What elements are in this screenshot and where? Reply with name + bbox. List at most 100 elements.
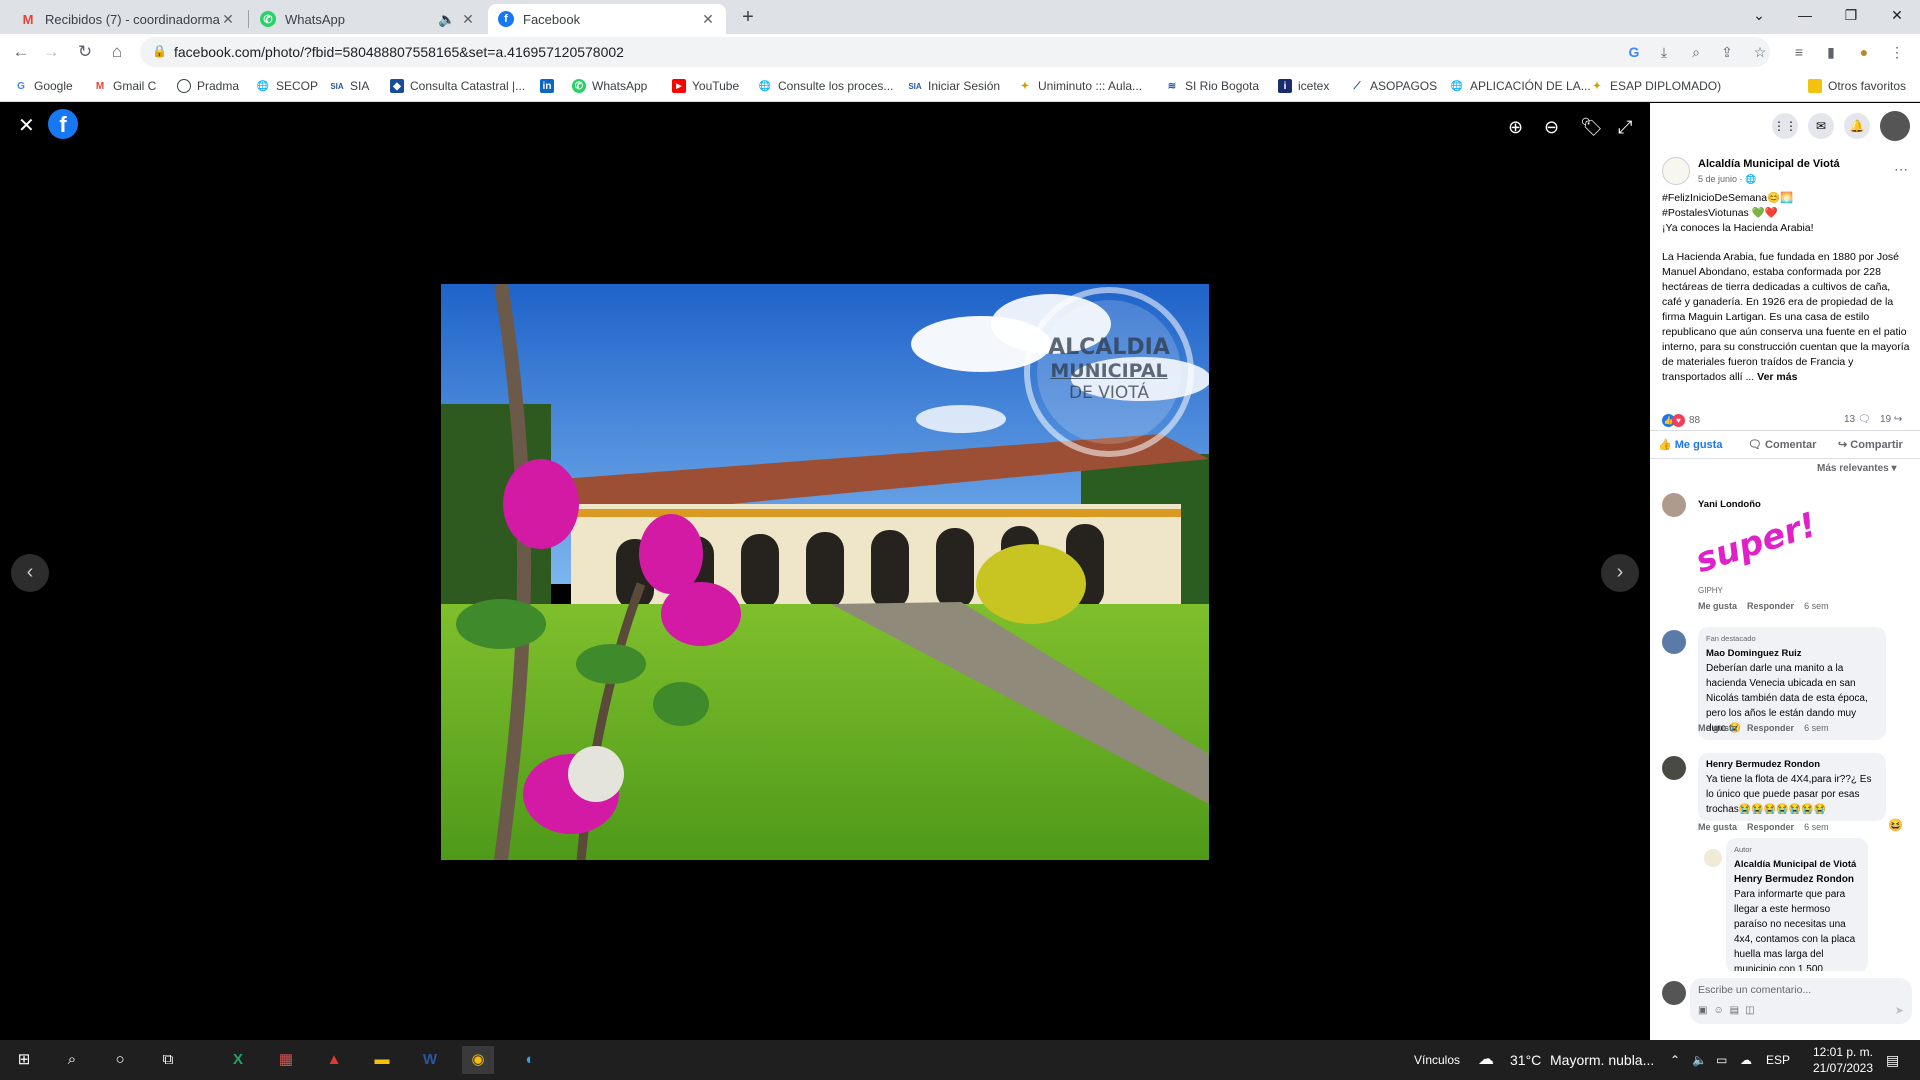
sort-comments-dropdown[interactable]: Más relevantes ▾ [1817, 463, 1897, 474]
reload-button[interactable]: ↻ [74, 41, 96, 63]
post-date[interactable]: 5 de junio · [1698, 174, 1745, 184]
comment-reply-link[interactable]: Responder [1747, 822, 1794, 832]
menu-icon[interactable]: ⋮ [1888, 43, 1906, 61]
see-more-link[interactable]: Ver más [1757, 371, 1797, 383]
sticker-icon[interactable]: ▣ [1698, 1005, 1713, 1016]
close-tab-icon[interactable]: ✕ [220, 11, 236, 28]
commenter-name[interactable]: Alcaldía Municipal de Viotá [1734, 857, 1860, 872]
bookmark-procesos[interactable]: 🌐 Consulte los proces... [758, 77, 894, 95]
haha-reaction-icon[interactable]: 😆 [1888, 818, 1903, 832]
bookmark-icetex[interactable]: i icetex [1278, 77, 1329, 95]
google-translate-icon[interactable]: G [1625, 43, 1643, 61]
comment-like-link[interactable]: Me gusta [1698, 601, 1737, 611]
tag-icon[interactable]: 🏷 [1580, 117, 1603, 138]
cloud-icon[interactable]: ☁ [1740, 1040, 1752, 1080]
messenger-icon[interactable]: ✉ [1808, 113, 1834, 139]
edge-icon[interactable]: ◐ [514, 1046, 546, 1074]
tab-facebook[interactable]: f Facebook ✕ [488, 4, 726, 34]
page-avatar[interactable] [1662, 157, 1690, 185]
comment-like-link[interactable]: Me gusta [1698, 723, 1737, 733]
word-icon[interactable]: W [414, 1046, 446, 1074]
bookmark-youtube[interactable]: ▶ YouTube [672, 77, 739, 95]
close-window-button[interactable]: ✕ [1874, 0, 1920, 30]
bookmark-iniciar-sesion[interactable]: SIA Iniciar Sesión [908, 77, 1000, 95]
network-icon[interactable]: ▭ [1716, 1040, 1727, 1080]
comment-time[interactable]: 6 sem [1804, 601, 1829, 611]
other-bookmarks[interactable]: Otros favoritos [1808, 77, 1906, 95]
temperature[interactable]: 31°C [1510, 1040, 1541, 1080]
chrome-icon[interactable]: ◉ [462, 1046, 494, 1074]
comment-reply-link[interactable]: Responder [1747, 723, 1794, 733]
address-bar[interactable]: 🔒 facebook.com/photo/?fbid=5804888075581… [140, 37, 1770, 67]
close-icon[interactable]: ✕ [18, 113, 35, 138]
zoom-icon[interactable]: ⌕ [1687, 43, 1705, 61]
excel-icon[interactable]: X [222, 1046, 254, 1074]
like-button[interactable]: 👍 Me gusta [1658, 438, 1722, 451]
avatar[interactable] [1662, 493, 1686, 517]
bookmark-catastral[interactable]: ◆ Consulta Catastral |... [390, 77, 525, 95]
notification-center-icon[interactable]: ▤ [1886, 1040, 1899, 1080]
comment-time[interactable]: 6 sem [1804, 822, 1829, 832]
send-icon[interactable]: ➤ [1895, 1004, 1904, 1017]
links-toolbar[interactable]: Vínculos [1414, 1040, 1460, 1080]
commenter-name[interactable]: Mao Dominguez Ruiz [1706, 646, 1878, 661]
home-icon[interactable]: ⌂ [106, 41, 128, 63]
mention-link[interactable]: Henry Bermudez Rondon [1734, 872, 1860, 887]
comment-time[interactable]: 6 sem [1804, 723, 1829, 733]
profile-icon[interactable]: ● [1855, 43, 1873, 61]
comment-like-link[interactable]: Me gusta [1698, 822, 1737, 832]
gif-icon[interactable]: ▤ [1730, 1005, 1745, 1016]
facebook-logo-icon[interactable]: f [48, 109, 78, 139]
commenter-name[interactable]: Yani Londoño [1698, 499, 1761, 510]
close-tab-icon[interactable]: ✕ [460, 11, 476, 28]
commenter-name[interactable]: Henry Bermudez Rondon [1706, 757, 1878, 772]
back-button[interactable]: ← [10, 41, 32, 63]
bookmark-sia[interactable]: SIA SIA [330, 77, 369, 95]
comment-reply-link[interactable]: Responder [1747, 601, 1794, 611]
cortana-icon[interactable]: ○ [104, 1046, 136, 1074]
share-button[interactable]: ↪ Compartir [1838, 438, 1903, 451]
weather-text[interactable]: Mayorm. nubla... [1550, 1040, 1654, 1080]
bookmark-google[interactable]: G Google [14, 77, 73, 95]
bookmark-esap[interactable]: ✦ ESAP DIPLOMADO) [1590, 77, 1721, 95]
new-tab-button[interactable]: + [735, 4, 761, 30]
reactions-summary[interactable]: 👍 ♥ 88 [1662, 414, 1700, 427]
volume-icon[interactable]: 🔈 [1692, 1040, 1707, 1080]
zoom-out-icon[interactable]: ⊖ [1544, 117, 1559, 138]
next-photo-button[interactable]: › [1601, 554, 1639, 592]
language-indicator[interactable]: ESP [1766, 1040, 1790, 1080]
bookmark-whatsapp[interactable]: ✆ WhatsApp [572, 77, 647, 95]
page-name[interactable]: Alcaldía Municipal de Viotá [1698, 158, 1840, 170]
task-view-icon[interactable]: ⧉ [152, 1046, 184, 1074]
app-icon[interactable]: ▦ [270, 1046, 302, 1074]
avatar[interactable] [1662, 756, 1686, 780]
forward-button[interactable]: → [40, 41, 62, 63]
minimize-button[interactable]: — [1782, 0, 1828, 30]
bookmark-linkedin[interactable]: in [540, 77, 560, 95]
comment-button[interactable]: 🗨 Comentar [1748, 438, 1816, 451]
avatar-sticker-icon[interactable]: ◫ [1745, 1005, 1760, 1016]
bookmark-star-icon[interactable]: ☆ [1751, 43, 1769, 61]
chevron-down-icon[interactable]: ⌄ [1736, 0, 1782, 30]
chevron-up-icon[interactable]: ⌃ [1670, 1040, 1680, 1080]
previous-photo-button[interactable]: ‹ [11, 554, 49, 592]
tab-gmail[interactable]: M Recibidos (7) - coordinadormam ✕ [10, 4, 246, 34]
install-icon[interactable]: ⤓ [1655, 43, 1673, 61]
clock[interactable]: 12:01 p. m. 21/07/2023 [1808, 1044, 1878, 1076]
bookmark-secop[interactable]: 🌐 SECOP [256, 77, 318, 95]
bookmark-pradma[interactable]: Pradma [177, 77, 239, 95]
emoji-icon[interactable]: ☺ [1713, 1005, 1729, 1016]
bookmark-gmail[interactable]: M Gmail C [93, 77, 157, 95]
comment-input[interactable]: Escribe un comentario... ▣☺▤◫ ➤ [1690, 978, 1912, 1024]
bookmark-rio-bogota[interactable]: ≋ SI Rio Bogota [1165, 77, 1259, 95]
avatar[interactable] [1704, 849, 1722, 867]
close-tab-icon[interactable]: ✕ [700, 11, 716, 28]
share-icon[interactable]: ⇪ [1718, 43, 1736, 61]
bookmark-asopagos[interactable]: ⟋ ASOPAGOS [1350, 77, 1438, 95]
restore-button[interactable]: ❐ [1828, 0, 1874, 30]
menu-grid-icon[interactable]: ⋮⋮ [1772, 113, 1798, 139]
search-icon[interactable]: ⌕ [56, 1046, 88, 1074]
bookmark-aplicacion[interactable]: 🌐 APLICACIÓN DE LA... [1450, 77, 1591, 95]
acrobat-icon[interactable]: ▲ [318, 1046, 350, 1074]
more-options-icon[interactable]: ⋯ [1894, 161, 1908, 178]
